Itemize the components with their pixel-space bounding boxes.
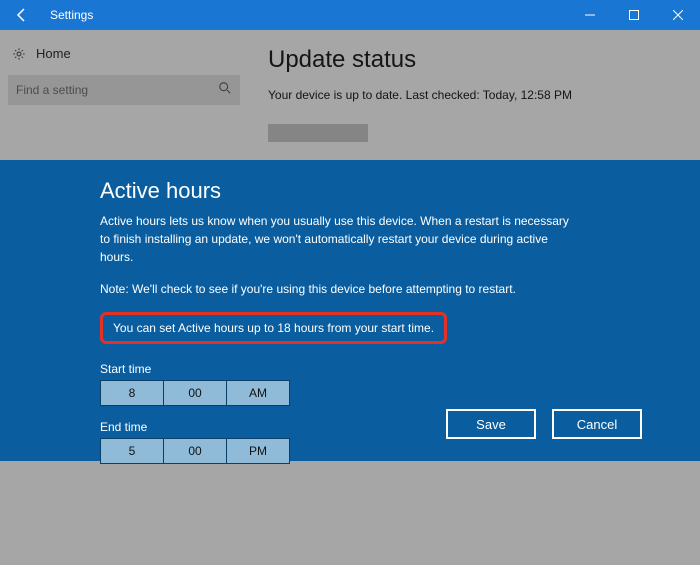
start-time-picker[interactable]: 8 00 AM — [100, 380, 290, 406]
start-time-label: Start time — [100, 362, 600, 376]
minimize-button[interactable] — [568, 0, 612, 30]
page-body: Home Update status Your device is up to … — [0, 30, 700, 565]
start-minute[interactable]: 00 — [164, 381, 227, 405]
dialog-note: Note: We'll check to see if you're using… — [100, 280, 580, 298]
close-button[interactable] — [656, 0, 700, 30]
close-icon — [673, 10, 683, 20]
minimize-icon — [585, 10, 595, 20]
dialog-description: Active hours lets us know when you usual… — [100, 212, 580, 266]
title-bar: Settings — [0, 0, 700, 30]
dialog-title: Active hours — [100, 178, 600, 204]
active-hours-dialog: Active hours Active hours lets us know w… — [0, 160, 700, 461]
start-hour[interactable]: 8 — [101, 381, 164, 405]
dialog-highlight: You can set Active hours up to 18 hours … — [100, 312, 447, 344]
app-title: Settings — [44, 8, 568, 22]
end-ampm[interactable]: PM — [227, 439, 289, 463]
save-button[interactable]: Save — [446, 409, 536, 439]
maximize-icon — [629, 10, 639, 20]
maximize-button[interactable] — [612, 0, 656, 30]
end-time-picker[interactable]: 5 00 PM — [100, 438, 290, 464]
arrow-left-icon — [14, 7, 30, 23]
end-hour[interactable]: 5 — [101, 439, 164, 463]
end-minute[interactable]: 00 — [164, 439, 227, 463]
dialog-buttons: Save Cancel — [446, 409, 642, 439]
window-controls — [568, 0, 700, 30]
start-ampm[interactable]: AM — [227, 381, 289, 405]
back-button[interactable] — [0, 0, 44, 30]
cancel-button[interactable]: Cancel — [552, 409, 642, 439]
